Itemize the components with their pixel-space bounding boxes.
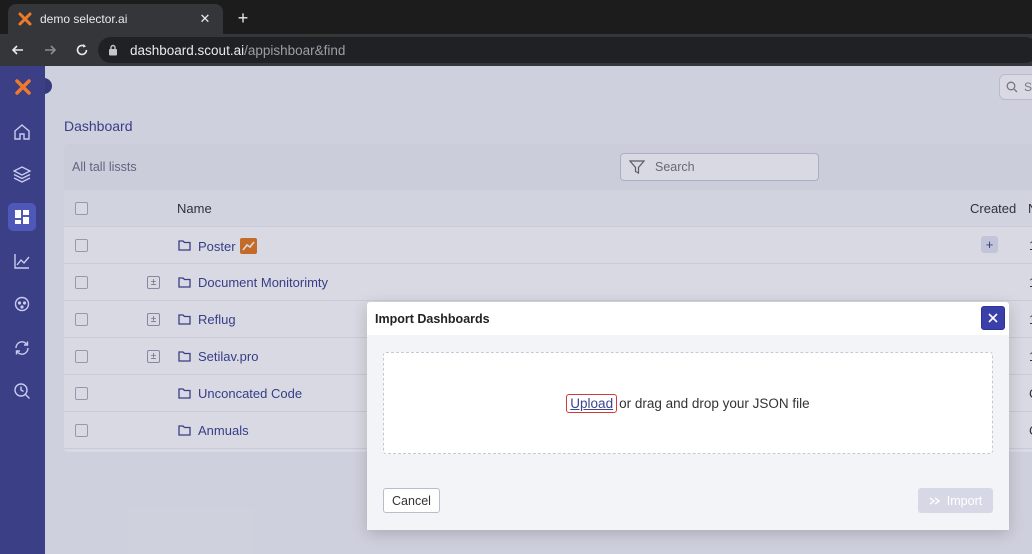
close-tab-icon[interactable]: ✕ (197, 11, 213, 27)
import-button[interactable]: Import (918, 488, 993, 513)
forward-button[interactable] (36, 36, 64, 64)
import-icon (929, 495, 941, 507)
refresh-icon (15, 341, 29, 355)
clock-search-icon (14, 383, 30, 399)
modal-body: Upload or drag and drop your JSON file C… (367, 335, 1009, 530)
import-label: Import (946, 493, 983, 508)
brand-logo-icon[interactable] (12, 76, 34, 98)
sidebar-item-dashboards[interactable] (8, 203, 36, 231)
app-logo-icon (18, 12, 32, 26)
lock-icon (108, 44, 120, 56)
url-host: dashboard.scout.ai (130, 42, 245, 58)
modal-close-button[interactable] (981, 306, 1005, 330)
dashboard-grid-icon (15, 210, 29, 224)
close-icon (988, 313, 998, 323)
browser-tab-title: demo selector.ai (40, 12, 128, 26)
new-tab-button[interactable]: + (233, 8, 253, 28)
line-chart-icon (14, 254, 30, 269)
arrow-right-icon (45, 45, 57, 55)
browser-toolbar: dashboard.scout.ai/appishboar&find (0, 34, 1032, 66)
arrow-left-icon (11, 45, 23, 55)
browser-tab[interactable]: demo selector.ai ✕ (8, 4, 223, 34)
sidebar (0, 66, 52, 554)
reload-button[interactable] (68, 36, 96, 64)
home-icon (14, 124, 30, 140)
sidebar-item-integrations[interactable] (8, 290, 36, 318)
modal-title: Import Dashboards (375, 312, 490, 326)
sidebar-item-home[interactable] (8, 118, 36, 146)
browser-tabstrip: demo selector.ai ✕ + (0, 0, 1032, 34)
file-dropzone[interactable]: Upload or drag and drop your JSON file (383, 352, 993, 454)
import-dashboards-modal: Import Dashboards Upload or drag and dro… (367, 302, 1009, 530)
address-bar[interactable]: dashboard.scout.ai/appishboar&find (98, 37, 1032, 63)
reload-icon (76, 44, 88, 56)
upload-link[interactable]: Upload (566, 393, 618, 413)
sidebar-item-analytics[interactable] (8, 247, 36, 275)
sidebar-item-layers[interactable] (8, 160, 36, 188)
dropzone-text: or drag and drop your JSON file (619, 395, 810, 411)
sidebar-item-monitoring[interactable] (8, 377, 36, 405)
back-button[interactable] (4, 36, 32, 64)
url-path: /appishboar&find (244, 42, 346, 58)
sidebar-item-sync[interactable] (8, 334, 36, 362)
cancel-button[interactable]: Cancel (383, 488, 440, 513)
layers-icon (13, 166, 31, 183)
gear-network-icon (14, 296, 30, 312)
